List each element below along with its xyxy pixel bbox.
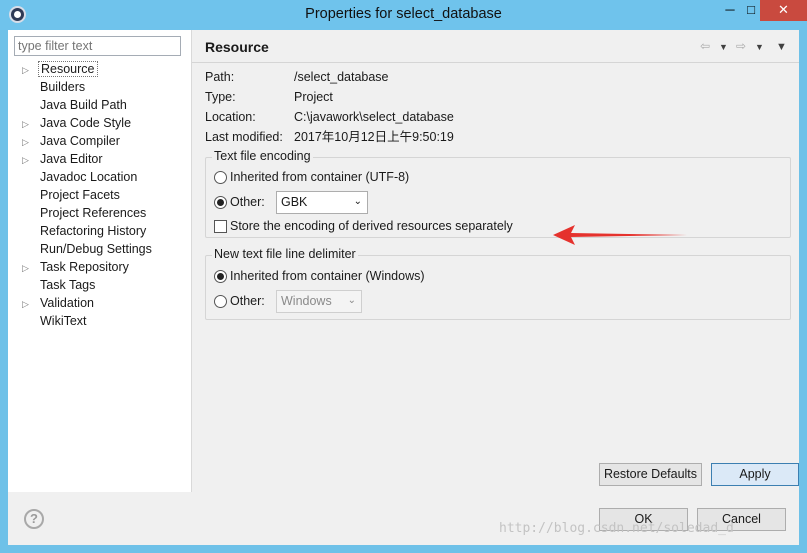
forward-dropdown-icon[interactable]: ▼ xyxy=(755,42,764,52)
expand-arrow-icon[interactable]: ▷ xyxy=(22,133,38,151)
property-page-tree: ▷ResourceBuildersJava Build Path▷Java Co… xyxy=(8,30,192,492)
nav-item-run-debug-settings[interactable]: Run/Debug Settings xyxy=(22,240,154,258)
annotation-arrow-icon xyxy=(553,225,687,245)
nav-item-resource[interactable]: ▷ Resource xyxy=(22,60,98,78)
text-encoding-legend: Text file encoding xyxy=(212,149,313,163)
nav-item-label: Refactoring History xyxy=(40,224,147,238)
nav-item-javadoc-location[interactable]: Javadoc Location xyxy=(22,168,139,186)
watermark-text: http://blog.csdn.net/soledad_d xyxy=(499,521,734,536)
nav-item-wikitext[interactable]: WikiText xyxy=(22,312,89,330)
line-delimiter-legend: New text file line delimiter xyxy=(212,247,358,261)
expand-arrow-icon[interactable]: ▷ xyxy=(22,259,38,277)
nav-item-java-build-path[interactable]: Java Build Path xyxy=(22,96,129,114)
encoding-inherited-radio[interactable] xyxy=(214,171,227,184)
restore-defaults-button[interactable]: Restore Defaults xyxy=(599,463,702,486)
nav-item-java-compiler[interactable]: ▷ Java Compiler xyxy=(22,132,122,150)
location-label: Location: xyxy=(205,110,256,124)
nav-item-validation[interactable]: ▷ Validation xyxy=(22,294,96,312)
type-value: Project xyxy=(294,90,333,104)
nav-item-project-references[interactable]: Project References xyxy=(22,204,148,222)
page-title: Resource xyxy=(205,39,269,55)
nav-item-label: Task Repository xyxy=(40,260,129,274)
expand-arrow-icon[interactable]: ▷ xyxy=(22,295,38,313)
chevron-down-icon: ⌄ xyxy=(353,196,362,207)
nav-item-label: Validation xyxy=(40,296,94,310)
nav-item-builders[interactable]: Builders xyxy=(22,78,87,96)
location-value: C:\javawork\select_database xyxy=(294,110,454,124)
view-menu-icon[interactable]: ▼ xyxy=(776,41,787,53)
store-encoding-checkbox[interactable] xyxy=(214,220,227,233)
delimiter-select-value: Windows xyxy=(281,294,332,308)
filter-input[interactable] xyxy=(14,36,181,56)
apply-button[interactable]: Apply xyxy=(711,463,799,486)
encoding-select-value: GBK xyxy=(281,195,308,209)
forward-arrow-icon[interactable]: ⇨ xyxy=(736,39,746,53)
nav-item-label: Java Build Path xyxy=(40,98,127,112)
last-modified-value: 2017年10月12日上午9:50:19 xyxy=(294,130,454,144)
delimiter-other-radio[interactable] xyxy=(214,295,227,308)
expand-arrow-icon[interactable]: ▷ xyxy=(22,61,38,79)
encoding-other-radio[interactable] xyxy=(214,196,227,209)
line-delimiter-group: New text file line delimiter Inherited f… xyxy=(205,247,791,320)
nav-item-label: Run/Debug Settings xyxy=(40,242,152,256)
nav-item-label: Task Tags xyxy=(40,278,96,292)
last-modified-label: Last modified: xyxy=(205,130,283,144)
nav-item-java-editor[interactable]: ▷ Java Editor xyxy=(22,150,105,168)
expand-arrow-icon[interactable]: ▷ xyxy=(22,115,38,133)
encoding-inherited-label: Inherited from container (UTF-8) xyxy=(230,170,410,184)
delimiter-inherited-radio[interactable] xyxy=(214,270,227,283)
dialog-client-area: ▷ResourceBuildersJava Build Path▷Java Co… xyxy=(8,30,799,545)
page-header: Resource ⇦ ▼ ⇨ ▼ ▼ xyxy=(192,30,799,63)
encoding-other-label: Other: xyxy=(230,195,265,209)
dialog-window: Properties for select_database ─ □ ✕ ▷Re… xyxy=(0,0,807,553)
expand-arrow-icon[interactable]: ▷ xyxy=(22,151,38,169)
title-bar[interactable]: Properties for select_database ─ □ ✕ xyxy=(0,0,807,30)
nav-item-label: Project Facets xyxy=(40,188,120,202)
path-label: Path: xyxy=(205,70,235,84)
close-button[interactable]: ✕ xyxy=(760,0,807,21)
nav-item-label: Project References xyxy=(40,206,147,220)
nav-item-label: Javadoc Location xyxy=(40,170,138,184)
nav-item-refactoring-history[interactable]: Refactoring History xyxy=(22,222,148,240)
nav-item-label: Builders xyxy=(40,80,86,94)
delimiter-select[interactable]: Windows ⌄ xyxy=(276,290,362,313)
window-title: Properties for select_database xyxy=(305,6,502,22)
nav-item-label: Java Editor xyxy=(40,152,103,166)
delimiter-other-label: Other: xyxy=(230,294,265,308)
nav-item-task-tags[interactable]: Task Tags xyxy=(22,276,97,294)
back-dropdown-icon[interactable]: ▼ xyxy=(719,42,728,52)
minimize-button[interactable]: ─ xyxy=(717,0,743,21)
nav-item-java-code-style[interactable]: ▷ Java Code Style xyxy=(22,114,133,132)
property-page: Resource ⇦ ▼ ⇨ ▼ ▼ Path: /select_databas… xyxy=(192,30,799,492)
nav-item-label: Java Code Style xyxy=(40,116,132,130)
nav-item-project-facets[interactable]: Project Facets xyxy=(22,186,122,204)
nav-item-label: WikiText xyxy=(40,314,87,328)
back-arrow-icon[interactable]: ⇦ xyxy=(700,39,710,53)
nav-item-label: Resource xyxy=(38,61,98,77)
chevron-down-icon: ⌄ xyxy=(347,295,356,306)
nav-item-label: Java Compiler xyxy=(40,134,120,148)
store-encoding-label: Store the encoding of derived resources … xyxy=(230,219,513,233)
nav-item-task-repository[interactable]: ▷ Task Repository xyxy=(22,258,131,276)
text-encoding-group: Text file encoding Inherited from contai… xyxy=(205,149,791,238)
encoding-select[interactable]: GBK ⌄ xyxy=(276,191,368,214)
path-value: /select_database xyxy=(294,70,389,84)
maximize-button[interactable]: □ xyxy=(743,0,759,21)
delimiter-inherited-label: Inherited from container (Windows) xyxy=(230,269,425,283)
type-label: Type: xyxy=(205,90,236,104)
help-icon[interactable]: ? xyxy=(24,509,44,529)
